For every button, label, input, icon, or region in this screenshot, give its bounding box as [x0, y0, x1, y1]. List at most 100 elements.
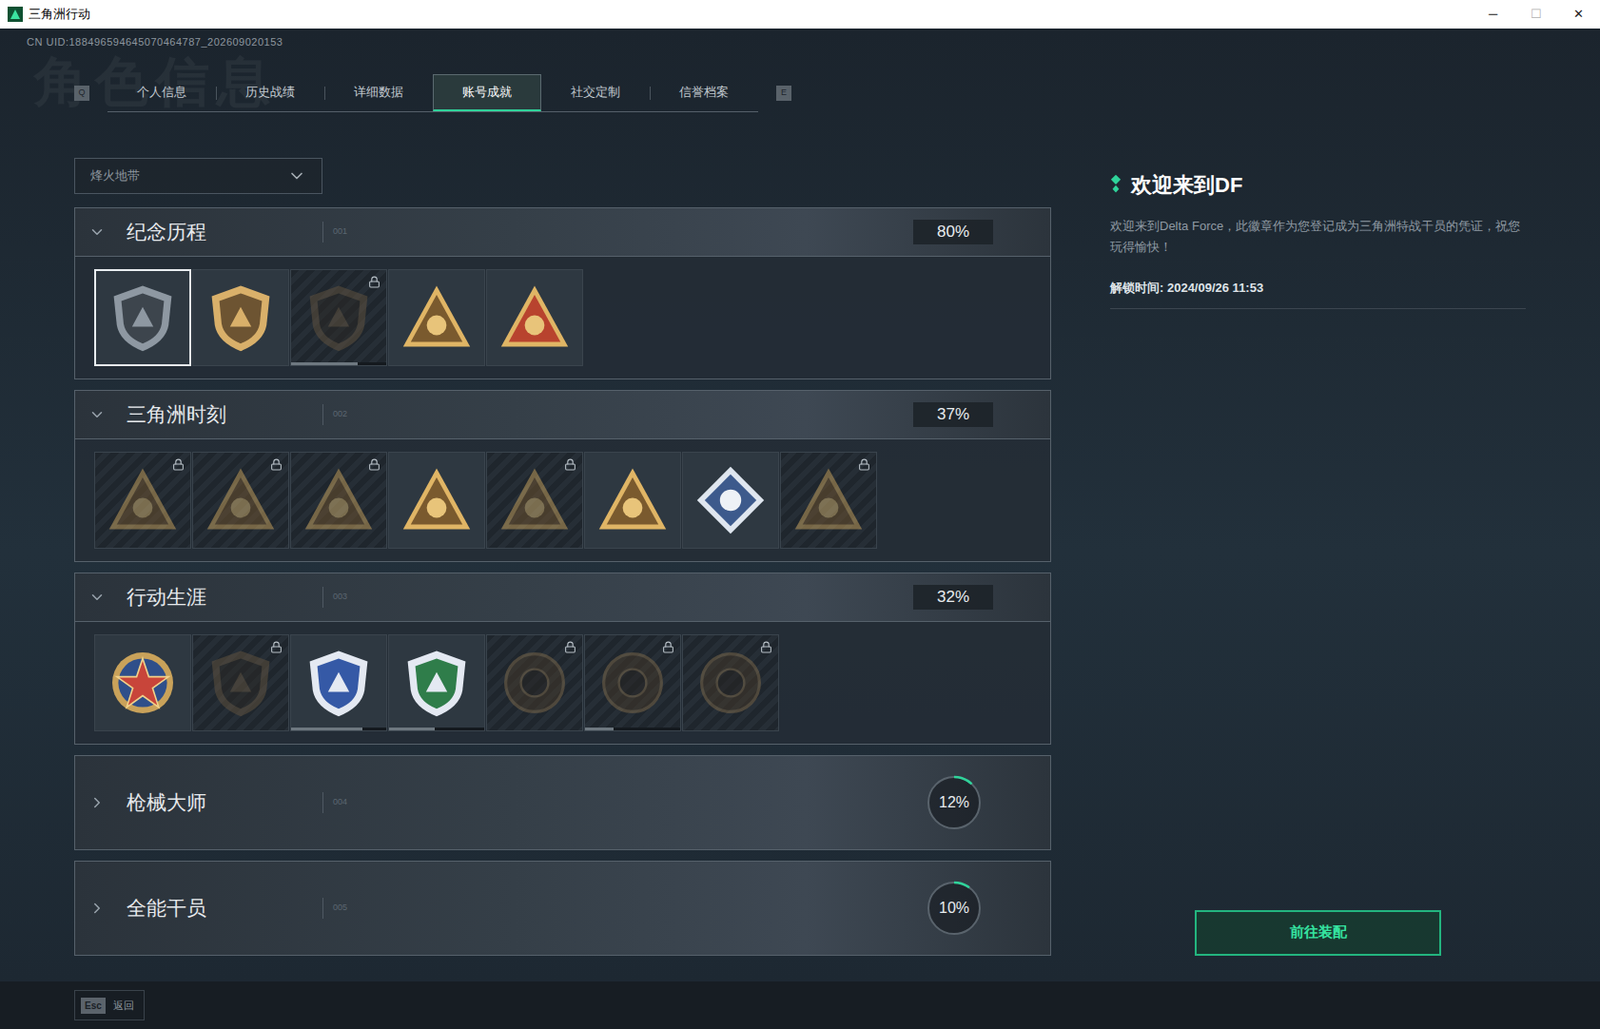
- achievement-badge[interactable]: [388, 634, 486, 732]
- achievement-badge[interactable]: [486, 269, 584, 367]
- achievement-badge[interactable]: [780, 451, 878, 549]
- section-number: 005: [332, 901, 348, 916]
- achievement-badge[interactable]: [584, 451, 682, 549]
- window-title: 三角洲行动: [28, 4, 91, 24]
- window-control[interactable]: ─: [1471, 0, 1515, 29]
- tab[interactable]: 个人信息: [107, 74, 216, 112]
- tab[interactable]: 信誉档案: [649, 74, 759, 112]
- badge-emblem-icon: [300, 462, 377, 539]
- badge-progress: [389, 727, 485, 731]
- section-title: 全能干员: [105, 893, 323, 924]
- section-percent: 80%: [913, 219, 994, 245]
- chevron-down-icon: [88, 406, 106, 424]
- chevron-down-icon: [88, 588, 106, 606]
- section-title: 纪念历程: [105, 216, 323, 248]
- tab[interactable]: 历史战绩: [215, 74, 325, 112]
- achievement-badge[interactable]: [388, 269, 486, 367]
- next-key: E: [776, 85, 792, 101]
- lock-icon: [368, 275, 381, 289]
- chevron-right-icon: [88, 794, 106, 812]
- achievement-section: 全能干员 005 10%: [74, 860, 1052, 957]
- badge-progress: [291, 727, 387, 731]
- section-number: 002: [332, 408, 348, 422]
- achievement-badge[interactable]: [290, 269, 388, 367]
- progress-percent: 10%: [938, 897, 970, 920]
- chevron-right-icon: [88, 899, 106, 918]
- lock-icon: [564, 458, 577, 471]
- section-percent: 37%: [913, 402, 994, 428]
- equip-button[interactable]: 前往装配: [1194, 910, 1442, 957]
- achievement-section: 行动生涯00332%: [74, 572, 1052, 745]
- achievement-section: 三角洲时刻 002 37%: [74, 390, 1052, 563]
- achievement-badge[interactable]: [94, 269, 192, 367]
- achievement-badge[interactable]: [486, 451, 584, 549]
- section-header[interactable]: 枪械大师 004 12%: [75, 756, 1051, 850]
- achievement-badge[interactable]: [290, 634, 388, 732]
- section-title: 行动生涯: [105, 582, 323, 613]
- section-header[interactable]: 全能干员 005 10%: [75, 861, 1051, 956]
- section-number: 004: [332, 796, 348, 810]
- badge-emblem-icon: [202, 462, 279, 539]
- section-number: 003: [332, 590, 348, 605]
- achievement-badge[interactable]: [486, 634, 584, 732]
- tab[interactable]: 详细数据: [324, 74, 433, 112]
- footer-bar: Esc返回: [0, 981, 1600, 1029]
- progress-percent: 12%: [938, 791, 970, 815]
- progress-ring: 10%: [924, 878, 984, 938]
- achievement-badge[interactable]: [94, 634, 192, 732]
- back-button[interactable]: Esc返回: [74, 990, 145, 1021]
- badge-progress-fill: [389, 727, 435, 731]
- tab[interactable]: 社交定制: [541, 74, 650, 112]
- badge-emblem-icon: [496, 462, 573, 539]
- back-label: 返回: [113, 997, 138, 1015]
- tab[interactable]: 账号成就: [432, 74, 542, 112]
- title-bar: 三角洲行动 ─☐✕: [0, 0, 1600, 29]
- chevron-down-icon: [88, 223, 106, 241]
- badge-emblem-icon: [692, 644, 769, 722]
- badge-emblem-icon: [104, 279, 181, 356]
- achievement-badge[interactable]: [682, 634, 780, 732]
- achievement-badge[interactable]: [94, 451, 192, 549]
- achievement-badge[interactable]: [290, 451, 388, 549]
- window-control[interactable]: ✕: [1557, 0, 1600, 29]
- badge-emblem-icon: [300, 279, 377, 356]
- achievement-badge[interactable]: [192, 451, 290, 549]
- badge-emblem-icon: [202, 279, 279, 356]
- section-title: 三角洲时刻: [105, 399, 323, 430]
- dropdown-chevron-icon: [287, 166, 307, 186]
- window-control[interactable]: ☐: [1514, 0, 1558, 29]
- achievement-badge[interactable]: [192, 634, 290, 732]
- uid-label: CN UID:188496594645070464787_20260902015…: [26, 34, 1600, 51]
- achievement-badge[interactable]: [584, 634, 682, 732]
- achievement-section: 纪念历程00180%: [74, 207, 1052, 380]
- lock-icon: [858, 458, 871, 471]
- tab-bar: Q个人信息历史战绩详细数据账号成就社交定制信誉档案E: [74, 74, 1600, 113]
- section-header[interactable]: 三角洲时刻 002 37%: [75, 390, 1051, 439]
- achievement-badge[interactable]: [682, 451, 780, 549]
- mode-dropdown[interactable]: 烽火地带: [74, 157, 323, 195]
- main-area: 角色信息CN UID:188496594645070464787_2026090…: [0, 28, 1600, 982]
- badge-progress-fill: [291, 362, 358, 366]
- achievement-diamond-icon: [1110, 174, 1122, 196]
- badge-emblem-icon: [104, 644, 181, 722]
- detail-panel: 欢迎来到DF欢迎来到Delta Force，此徽章作为您登记成为三角洲特战干员的…: [1110, 157, 1526, 957]
- badge-progress-fill: [585, 727, 614, 731]
- unlock-time: 解锁时间: 2024/09/26 11:53: [1110, 278, 1526, 311]
- achievement-column: 烽火地带纪念历程00180%三角洲时刻00237%行动生涯00332%枪械大师0…: [74, 157, 1052, 957]
- section-title: 枪械大师: [105, 787, 323, 819]
- badge-emblem-icon: [398, 279, 475, 356]
- badge-emblem-icon: [496, 279, 573, 356]
- badge-emblem-icon: [496, 644, 573, 722]
- badge-emblem-icon: [398, 462, 475, 539]
- section-header[interactable]: 行动生涯00332%: [75, 573, 1051, 622]
- dropdown-value: 烽火地带: [90, 166, 140, 186]
- section-header[interactable]: 纪念历程00180%: [75, 208, 1051, 256]
- app-logo-icon: [7, 6, 23, 22]
- achievement-badge[interactable]: [192, 269, 290, 367]
- lock-icon: [270, 641, 283, 654]
- achievement-badge[interactable]: [388, 451, 486, 549]
- badge-emblem-icon: [202, 644, 279, 722]
- lock-icon: [368, 458, 381, 471]
- detail-title: 欢迎来到DF: [1131, 169, 1243, 201]
- badge-emblem-icon: [692, 462, 769, 539]
